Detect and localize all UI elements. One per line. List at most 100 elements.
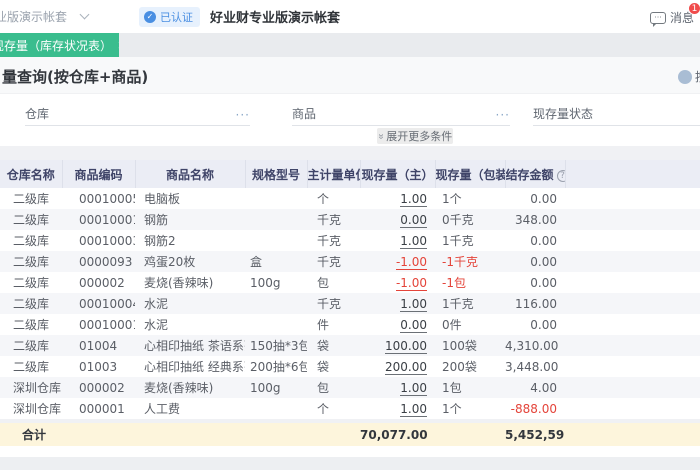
table-header-row: 仓库名称 商品编码 商品名称 规格型号 主计量单位 现存量（主） 现存量（包装）…: [0, 160, 700, 188]
cell-name: 电脑板: [144, 192, 181, 206]
cell-filler: [565, 356, 700, 377]
cell-spec: [245, 398, 307, 419]
expand-more-conditions-button[interactable]: » 展开更多条件: [375, 128, 453, 144]
tab-inventory-status[interactable]: 现存量（库存状况表） ×: [0, 33, 119, 57]
table-row[interactable]: 深圳仓库 000002 麦烧(香辣味) 100g 包 1.00 1包 4.00: [0, 377, 700, 398]
close-icon[interactable]: ×: [117, 38, 119, 52]
total-qty-main: 70,077.00: [360, 423, 435, 446]
qty-main-link[interactable]: -1.00: [395, 254, 427, 270]
cell-name: 水泥: [144, 318, 169, 332]
cell-unit: 包: [317, 276, 330, 290]
col-header-code[interactable]: 商品编码: [62, 160, 136, 188]
table-row[interactable]: 二级库 000100019 水泥 件 0.00 0件 0.00: [0, 314, 700, 335]
qty-main-link[interactable]: 1.00: [400, 233, 427, 249]
table-row[interactable]: 二级库 0000093 鸡蛋20枚 盒 千克 -1.00 -1千克 0.00: [0, 251, 700, 272]
qty-main-link[interactable]: 0.00: [400, 212, 427, 228]
table-row[interactable]: 二级库 00010003 钢筋2 千克 1.00 1千克 0.00: [0, 230, 700, 251]
cell-spec: [245, 188, 307, 209]
col-header-unit[interactable]: 主计量单位: [307, 160, 361, 188]
cell-warehouse: 二级库: [13, 339, 50, 353]
cell-filler: [565, 398, 700, 419]
table-row[interactable]: 二级库 00010005 电脑板 个 1.00 1个 0.00: [0, 188, 700, 209]
table-row[interactable]: 二级库 00010001 钢筋 千克 0.00 0千克 348.00: [0, 209, 700, 230]
cell-code: 01004: [79, 338, 118, 353]
col-header-qty-main[interactable]: 现存量（主）: [360, 160, 436, 188]
cell-amount: 0.00: [530, 191, 557, 206]
tab-label: 现存量（库存状况表）: [0, 38, 112, 53]
expand-more-label: 展开更多条件: [386, 131, 453, 143]
col-header-qty-pkg[interactable]: 现存量（包装）: [435, 160, 506, 188]
bottom-bar: [0, 457, 700, 470]
account-selector[interactable]: 业版演示帐套: [0, 8, 125, 25]
col-header-name[interactable]: 商品名称: [135, 160, 246, 188]
product-filter-input[interactable]: 商品 ···: [292, 104, 510, 126]
cell-name: 钢筋: [144, 213, 169, 227]
cell-unit: 袋: [317, 339, 330, 353]
warehouse-filter-input[interactable]: 仓库 ···: [25, 104, 250, 126]
topbar: 业版演示帐套 ✓ 已认证 好业财专业版演示帐套 ··· 消息 1: [0, 0, 700, 33]
cell-filler: [565, 314, 700, 335]
col-header-warehouse[interactable]: 仓库名称: [0, 160, 63, 188]
col-header-amount[interactable]: 结存金额?: [505, 160, 566, 188]
mode-switch-label: 按相: [695, 68, 700, 85]
cell-unit: 千克: [317, 297, 342, 311]
cell-amount: 116.00: [515, 296, 557, 311]
cell-code: 000100019: [79, 317, 135, 332]
product-filter-label: 商品: [292, 107, 317, 121]
cell-spec: [245, 209, 307, 230]
cell-qty-pkg: 200袋: [442, 360, 477, 374]
cell-code: 000002: [79, 275, 125, 290]
cell-qty-pkg: 0件: [442, 318, 462, 332]
cell-qty-pkg: -1千克: [442, 255, 478, 269]
cell-qty-pkg: 1个: [442, 402, 462, 416]
cell-warehouse: 二级库: [13, 276, 50, 290]
cell-amount: -888.00: [510, 401, 557, 416]
cell-unit: 包: [317, 381, 330, 395]
cell-warehouse: 二级库: [13, 192, 50, 206]
stock-status-filter-input[interactable]: 现存量状态: [533, 104, 700, 126]
qty-main-link[interactable]: 100.00: [385, 338, 427, 354]
help-icon[interactable]: ?: [556, 169, 564, 182]
col-header-spec[interactable]: 规格型号: [245, 160, 308, 188]
cell-spec: 100g: [250, 275, 281, 290]
table-row[interactable]: 二级库 01004 心相印抽纸 茶语系列 ... 150抽*3包... 袋 10…: [0, 335, 700, 356]
filter-bar: 仓库 ··· 商品 ··· 现存量状态 » 展开更多条件: [0, 94, 700, 146]
verified-shield-icon: ✓: [144, 10, 156, 23]
total-filler: [565, 423, 700, 446]
mode-switch-icon: [678, 69, 692, 84]
account-name: 业版演示帐套: [0, 10, 68, 24]
warehouse-filter-label: 仓库: [25, 107, 50, 121]
cell-filler: [565, 272, 700, 293]
verified-label: 已认证: [160, 10, 193, 24]
table-body: 二级库 00010005 电脑板 个 1.00 1个 0.00 二级库 0001…: [0, 188, 700, 419]
qty-main-link[interactable]: 1.00: [400, 191, 427, 207]
inventory-table: 仓库名称 商品编码 商品名称 规格型号 主计量单位 现存量（主） 现存量（包装）…: [0, 160, 700, 419]
cell-name: 鸡蛋20枚: [144, 255, 196, 269]
cell-filler: [565, 188, 700, 209]
product-picker-icon[interactable]: ···: [496, 108, 510, 122]
mode-switch-button[interactable]: 按相: [678, 68, 700, 85]
table-row[interactable]: 二级库 00010004 水泥 千克 1.00 1千克 116.00: [0, 293, 700, 314]
cell-qty-pkg: 1千克: [442, 234, 474, 248]
qty-main-link[interactable]: 200.00: [385, 359, 427, 375]
cell-code: 00010005: [79, 191, 135, 206]
cell-filler: [565, 335, 700, 356]
cell-warehouse: 二级库: [13, 213, 50, 227]
cell-unit: 袋: [317, 360, 330, 374]
cell-qty-pkg: 0千克: [442, 213, 474, 227]
table-row[interactable]: 二级库 01003 心相印抽纸 经典系列 200抽*6包 袋 200.00 20…: [0, 356, 700, 377]
table-row[interactable]: 二级库 000002 麦烧(香辣味) 100g 包 -1.00 -1包 0.00: [0, 272, 700, 293]
messages-button[interactable]: ··· 消息 1: [649, 2, 700, 27]
warehouse-picker-icon[interactable]: ···: [236, 108, 250, 122]
qty-main-link[interactable]: 1.00: [400, 401, 427, 417]
table-row[interactable]: 深圳仓库 000001 人工费 个 1.00 1个 -888.00: [0, 398, 700, 419]
qty-main-link[interactable]: 1.00: [400, 380, 427, 396]
qty-main-link[interactable]: -1.00: [395, 275, 427, 291]
cell-spec: 150抽*3包...: [250, 339, 307, 353]
qty-main-link[interactable]: 1.00: [400, 296, 427, 312]
cell-amount: 0.00: [530, 275, 557, 290]
cell-qty-pkg: 1个: [442, 192, 462, 206]
qty-main-link[interactable]: 0.00: [400, 317, 427, 333]
cell-warehouse: 深圳仓库: [13, 402, 62, 416]
company-name: 好业财专业版演示帐套: [210, 11, 341, 26]
